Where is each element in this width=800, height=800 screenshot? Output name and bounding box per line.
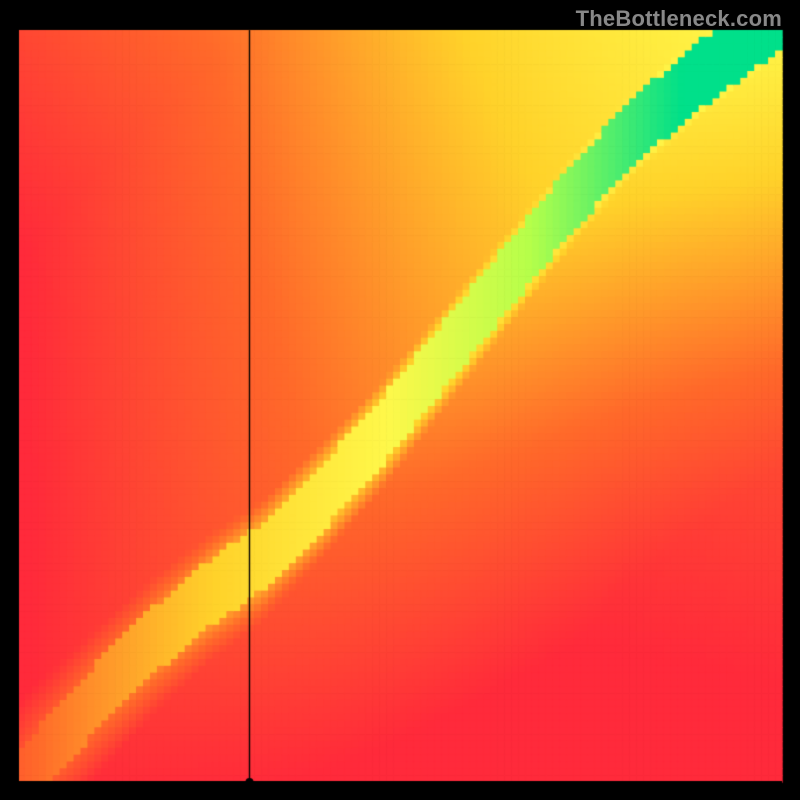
watermark-label: TheBottleneck.com [576,6,782,32]
crosshair-overlay [0,0,800,800]
